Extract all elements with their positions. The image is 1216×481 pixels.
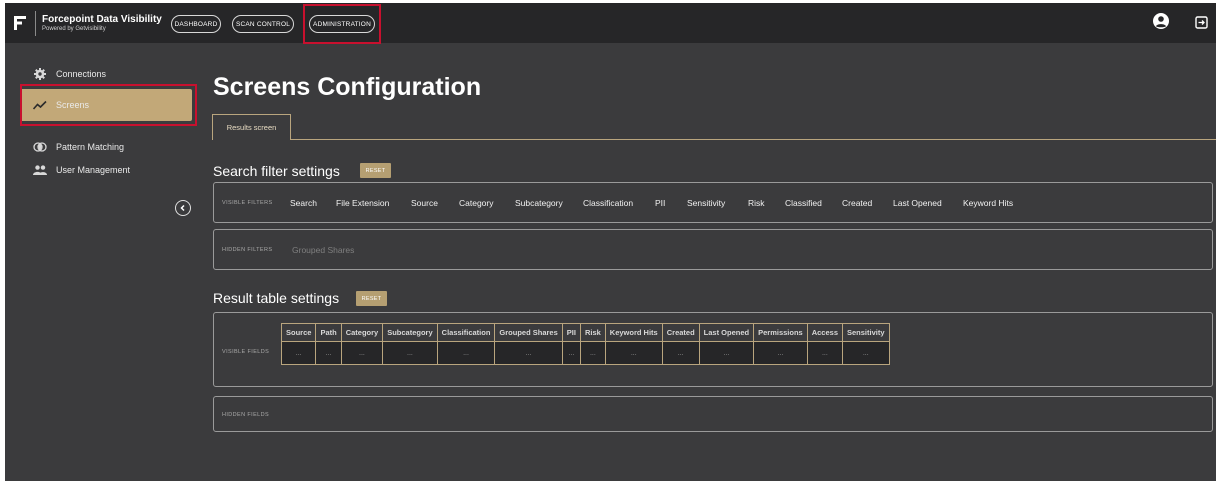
table-row: ... ... ... ... ... ... ... ... ... ... …: [280, 341, 890, 365]
table-header-row: Source Path Category Subcategory Classif…: [280, 323, 890, 342]
field-column-header[interactable]: Grouped Shares: [494, 323, 563, 342]
sidebar-collapse-button[interactable]: [175, 200, 191, 216]
table-cell: ...: [494, 341, 563, 365]
filter-chip[interactable]: Category: [459, 198, 494, 208]
tab-underline: [291, 139, 1216, 140]
table-cell: ...: [280, 341, 317, 365]
field-column-header[interactable]: Created: [661, 323, 700, 342]
visible-fields-panel: VISIBLE FIELDS Source Path Category Subc…: [213, 312, 1213, 387]
hidden-fields-label: HIDDEN FIELDS: [222, 412, 270, 418]
filter-chip[interactable]: Sensitivity: [687, 198, 725, 208]
result-table-settings-title: Result table settings: [213, 290, 340, 306]
visible-fields-table: Source Path Category Subcategory Classif…: [280, 323, 890, 365]
field-column-header[interactable]: Access: [806, 323, 844, 342]
field-column-header[interactable]: Subcategory: [382, 323, 438, 342]
filter-chip[interactable]: Search: [290, 198, 317, 208]
app-window: Forcepoint Data Visibility Powered by Ge…: [5, 3, 1216, 481]
gear-icon: [33, 68, 47, 80]
logout-icon[interactable]: [1195, 16, 1208, 29]
field-column-header[interactable]: Path: [315, 323, 342, 342]
visible-filters-label: VISIBLE FILTERS: [222, 200, 273, 206]
filter-chip[interactable]: Source: [411, 198, 438, 208]
field-column-header[interactable]: Sensitivity: [842, 323, 890, 342]
table-cell: ...: [436, 341, 496, 365]
field-column-header[interactable]: Classification: [436, 323, 496, 342]
filter-chip[interactable]: Classification: [583, 198, 633, 208]
visible-fields-label: VISIBLE FIELDS: [222, 349, 270, 355]
field-column-header[interactable]: PII: [561, 323, 581, 342]
nav-dashboard-button[interactable]: DASHBOARD: [171, 15, 221, 33]
brand-subtitle: Powered by Getvisibility: [42, 26, 106, 32]
filter-chip[interactable]: File Extension: [336, 198, 389, 208]
table-cell: ...: [604, 341, 663, 365]
table-cell: ...: [340, 341, 384, 365]
filter-chip[interactable]: Keyword Hits: [963, 198, 1013, 208]
nav-scan-control-button[interactable]: SCAN CONTROL: [232, 15, 294, 33]
result-table-reset-button[interactable]: RESET: [356, 291, 387, 306]
table-cell: ...: [698, 341, 755, 365]
overlap-circles-icon: [33, 141, 47, 153]
filter-chip[interactable]: Subcategory: [515, 198, 563, 208]
hidden-fields-panel: HIDDEN FIELDS: [213, 396, 1213, 432]
field-column-header[interactable]: Keyword Hits: [604, 323, 663, 342]
filter-chip[interactable]: Last Opened: [893, 198, 942, 208]
administration-highlight-box: [303, 4, 381, 44]
user-account-icon[interactable]: [1153, 13, 1169, 29]
table-cell: ...: [842, 341, 890, 365]
screens-highlight-box: [20, 84, 197, 126]
users-icon: [33, 164, 47, 176]
top-bar: Forcepoint Data Visibility Powered by Ge…: [5, 3, 1216, 44]
table-cell: ...: [806, 341, 844, 365]
table-cell: ...: [382, 341, 438, 365]
field-column-header[interactable]: Risk: [579, 323, 606, 342]
filter-chip[interactable]: PII: [655, 198, 665, 208]
filter-chip[interactable]: Created: [842, 198, 872, 208]
tab-results-screen[interactable]: Results screen: [212, 114, 291, 140]
brand-title: Forcepoint Data Visibility: [42, 14, 162, 25]
sidebar-item-label: User Management: [56, 165, 131, 175]
field-column-header[interactable]: Source: [280, 323, 317, 342]
table-cell: ...: [661, 341, 700, 365]
sidebar-item-label: Connections: [56, 69, 107, 79]
sidebar-item-user-management[interactable]: User Management: [20, 154, 192, 186]
sidebar-item-label: Pattern Matching: [56, 142, 125, 152]
hidden-filter-chip[interactable]: Grouped Shares: [292, 245, 354, 255]
filter-chip[interactable]: Risk: [748, 198, 765, 208]
visible-filters-panel: VISIBLE FILTERS Search File Extension So…: [213, 182, 1213, 223]
search-filter-settings-title: Search filter settings: [213, 163, 340, 179]
page-title: Screens Configuration: [213, 73, 482, 101]
table-cell: ...: [315, 341, 342, 365]
logo-divider: [35, 11, 36, 36]
table-cell: ...: [579, 341, 606, 365]
field-column-header[interactable]: Category: [340, 323, 384, 342]
table-cell: ...: [561, 341, 581, 365]
logo-icon: [14, 16, 26, 30]
field-column-header[interactable]: Last Opened: [698, 323, 755, 342]
table-cell: ...: [753, 341, 808, 365]
filter-chip[interactable]: Classified: [785, 198, 822, 208]
search-filter-reset-button[interactable]: RESET: [360, 163, 391, 178]
chevron-left-icon: [180, 204, 185, 212]
hidden-filters-label: HIDDEN FILTERS: [222, 247, 273, 253]
field-column-header[interactable]: Permissions: [753, 323, 808, 342]
hidden-filters-panel: HIDDEN FILTERS Grouped Shares: [213, 229, 1213, 270]
